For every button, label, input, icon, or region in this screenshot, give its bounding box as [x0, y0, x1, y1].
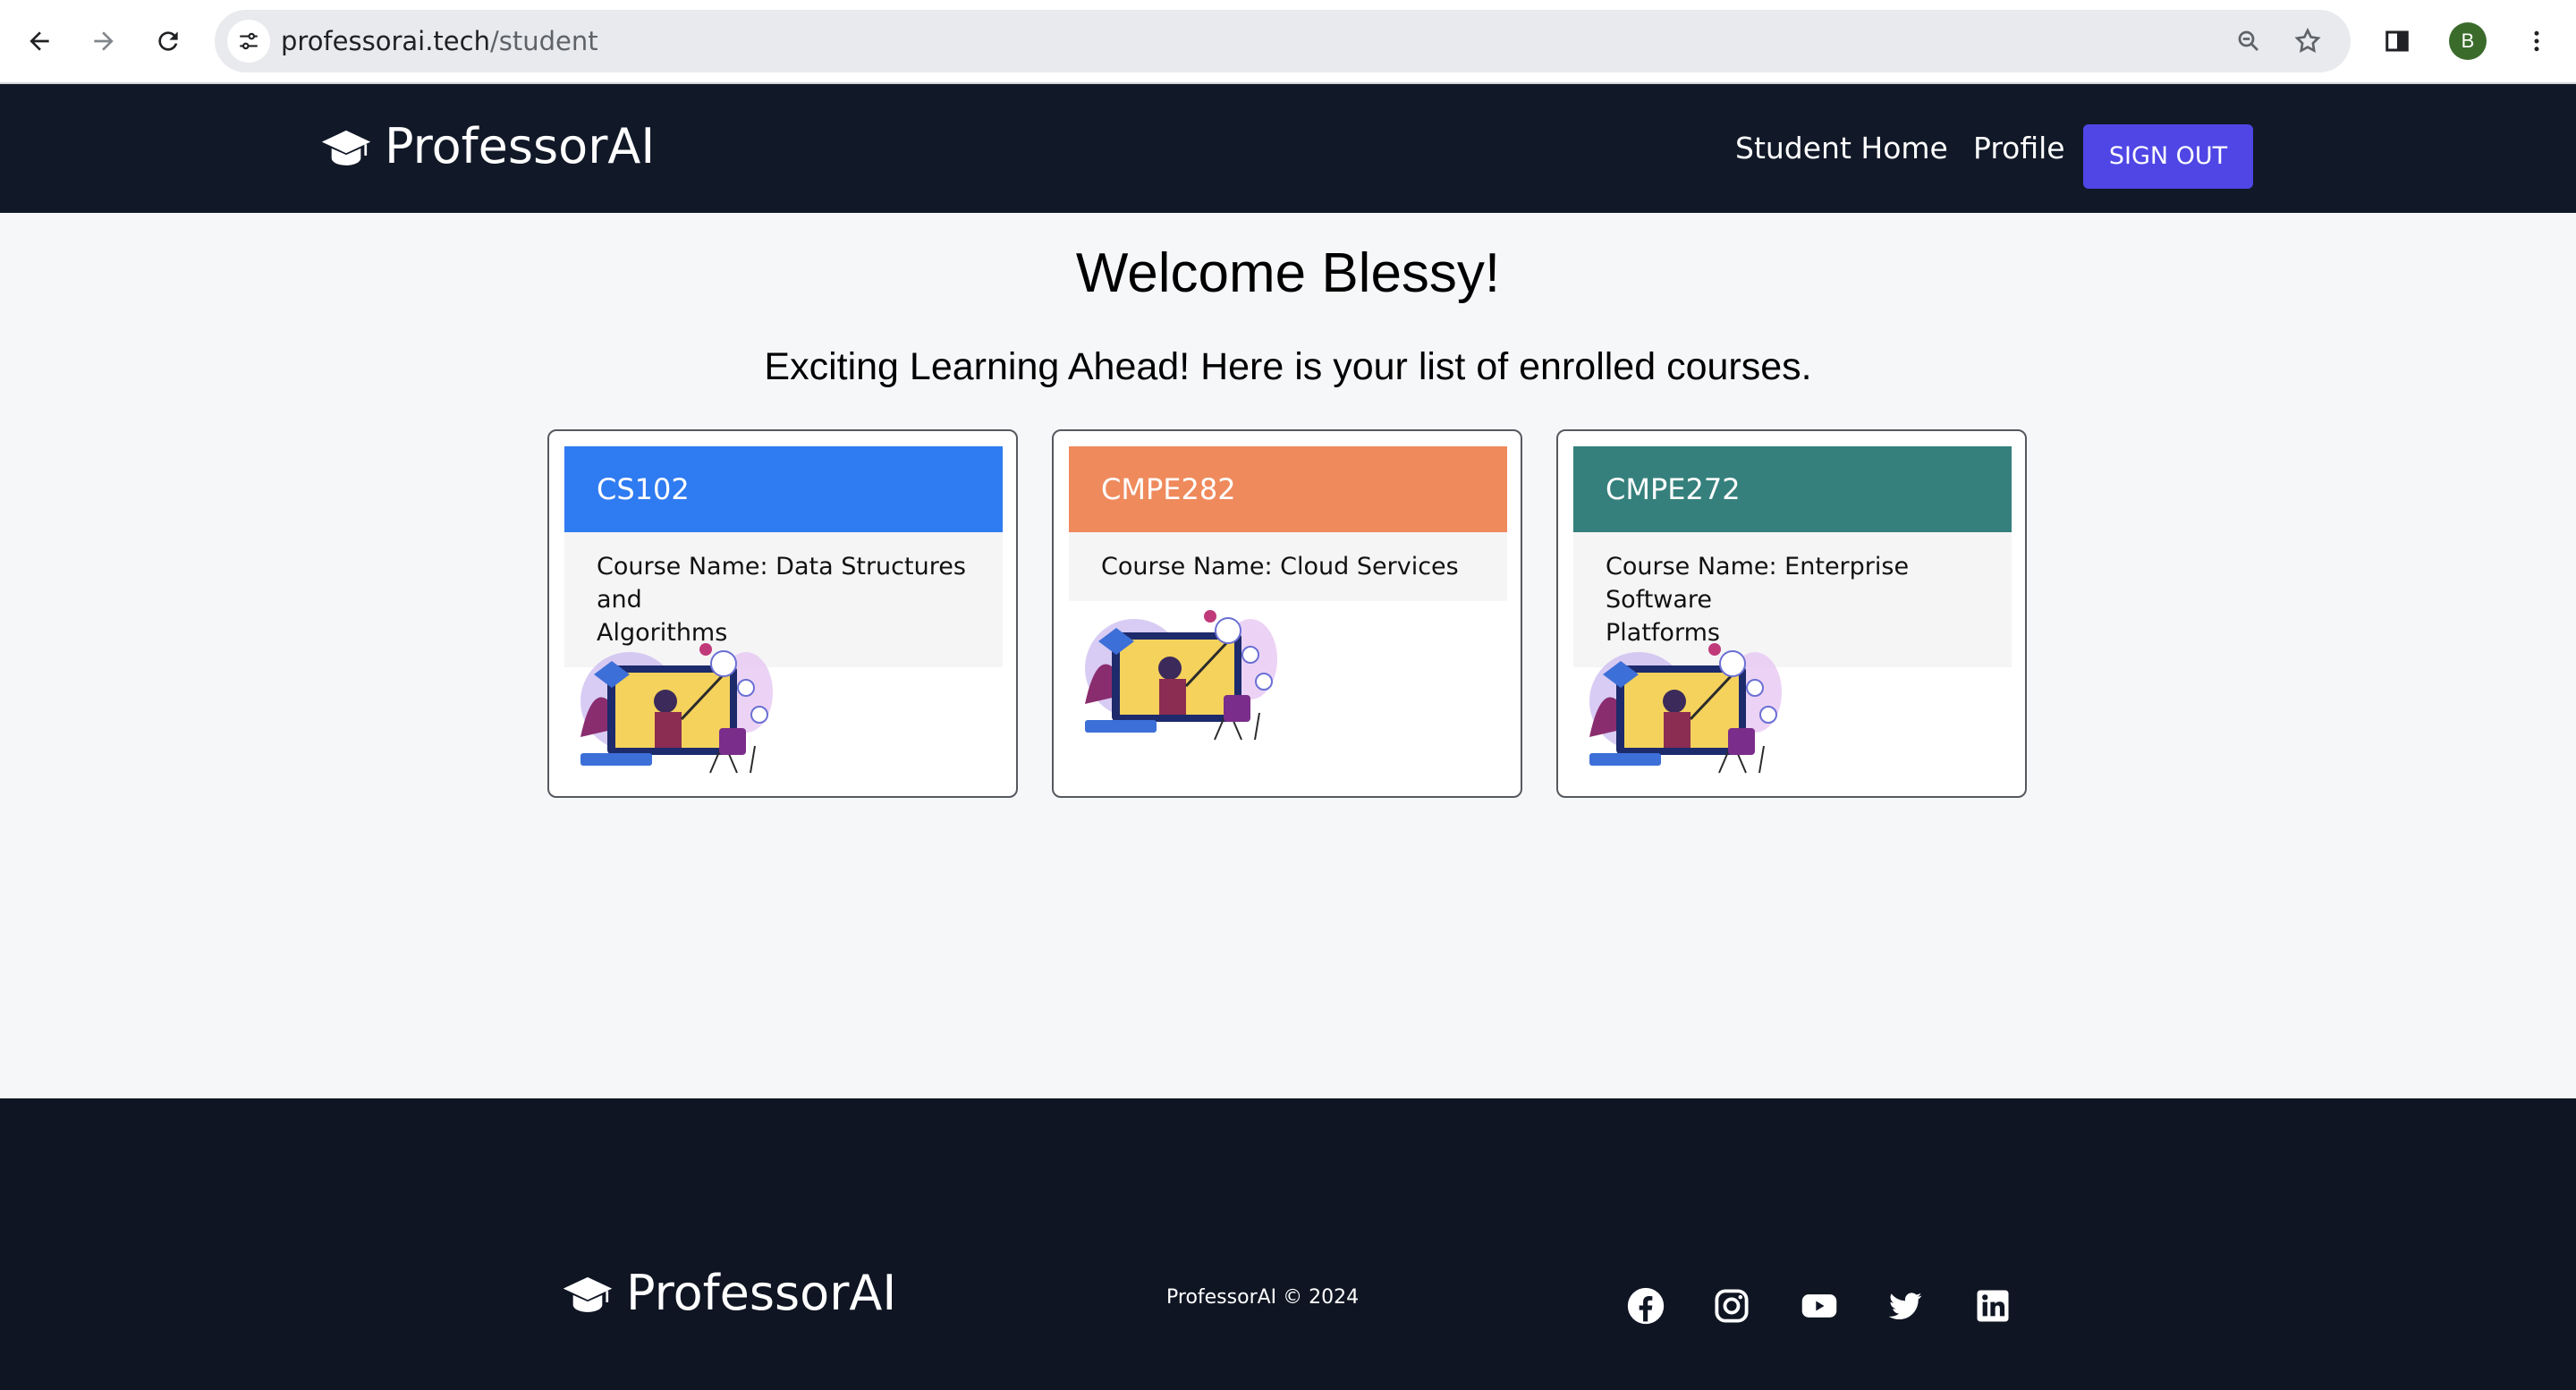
reload-icon — [158, 31, 178, 51]
graduation-cap-icon — [321, 130, 371, 165]
brand-logo[interactable]: ProfessorAI — [320, 118, 655, 174]
course-code: CMPE282 — [1069, 446, 1507, 532]
reload-button[interactable] — [143, 16, 193, 66]
address-bar[interactable]: professorai.tech/student — [215, 10, 2351, 72]
youtube-icon[interactable] — [1798, 1284, 1841, 1327]
forward-arrow-icon — [94, 31, 114, 51]
back-button[interactable] — [14, 16, 64, 66]
copyright-text: ProfessorAI © 2024 — [1166, 1286, 1360, 1309]
course-illustration — [580, 643, 773, 774]
linkedin-icon[interactable] — [1971, 1284, 2014, 1327]
back-arrow-icon — [30, 31, 49, 51]
footer-brand-name: ProfessorAI — [626, 1265, 897, 1321]
course-name-line: Course Name: Cloud Services — [1101, 553, 1459, 581]
site-header: ProfessorAI Student Home Profile SIGN OU… — [0, 84, 2576, 213]
course-card-cs102[interactable]: CS102 Course Name: Data Structures and A… — [547, 429, 1018, 798]
browser-menu-button[interactable] — [2512, 16, 2562, 66]
course-card-cmpe272[interactable]: CMPE272 Course Name: Enterprise Software… — [1556, 429, 2027, 798]
nav-student-home[interactable]: Student Home — [1735, 131, 1948, 165]
forward-button[interactable] — [79, 16, 129, 66]
twitter-icon[interactable] — [1884, 1284, 1927, 1327]
url-path: /student — [489, 26, 598, 56]
site-footer: ProfessorAI ProfessorAI © 2024 — [0, 1098, 2576, 1390]
course-code: CS102 — [564, 446, 1003, 532]
course-illustration — [1085, 610, 1277, 741]
facebook-icon[interactable] — [1624, 1284, 1667, 1327]
courses-subtitle: Exciting Learning Ahead! Here is your li… — [764, 345, 1812, 388]
course-name-line: Course Name: Enterprise Software — [1606, 553, 1910, 614]
bookmark-star-icon[interactable] — [2286, 20, 2329, 63]
instagram-icon[interactable] — [1710, 1284, 1753, 1327]
course-code: CMPE272 — [1573, 446, 2012, 532]
graduation-cap-icon — [563, 1276, 613, 1312]
url-text[interactable]: professorai.tech/student — [281, 10, 598, 72]
side-panel-button[interactable] — [2372, 16, 2422, 66]
course-name: Course Name: Cloud Services — [1069, 532, 1507, 601]
more-vert-icon — [2534, 30, 2539, 52]
url-domain: professorai.tech — [281, 26, 490, 56]
site-settings-icon[interactable] — [227, 20, 270, 63]
course-illustration — [1589, 643, 1782, 774]
profile-avatar[interactable]: B — [2449, 22, 2487, 60]
zoom-icon[interactable] — [2227, 20, 2270, 63]
brand-name: ProfessorAI — [385, 118, 656, 174]
course-name-line: Course Name: Data Structures and — [597, 553, 966, 614]
course-card-cmpe282[interactable]: CMPE282 Course Name: Cloud Services — [1052, 429, 1522, 798]
side-panel-icon — [2385, 30, 2409, 52]
browser-toolbar: professorai.tech/student B — [0, 0, 2576, 84]
footer-brand-logo[interactable]: ProfessorAI — [562, 1265, 896, 1321]
nav-profile[interactable]: Profile — [1973, 131, 2065, 165]
sign-out-button[interactable]: SIGN OUT — [2083, 124, 2253, 189]
welcome-heading: Welcome Blessy! — [1075, 242, 1501, 304]
